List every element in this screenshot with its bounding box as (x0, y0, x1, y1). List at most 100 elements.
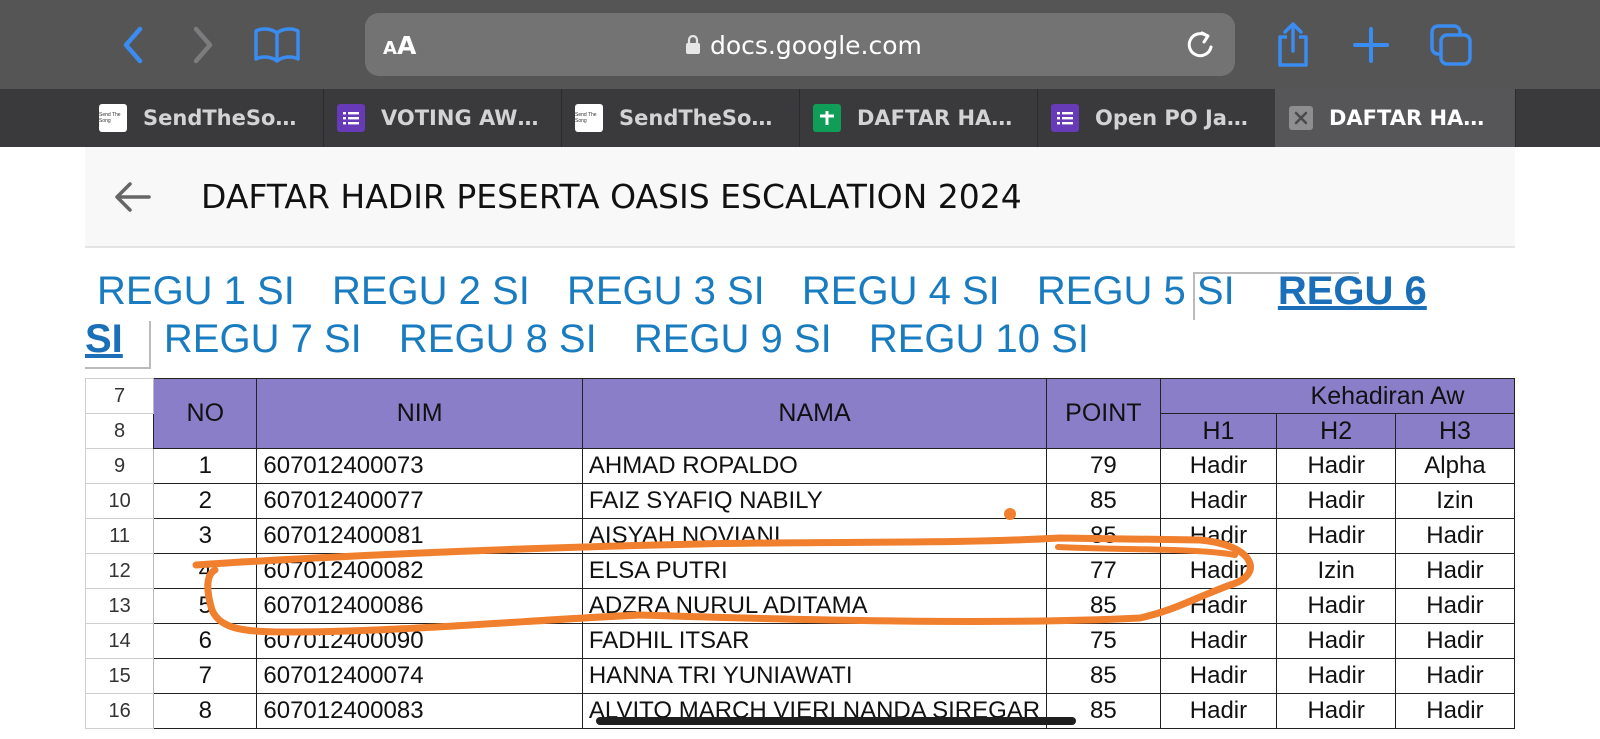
row-number[interactable]: 15 (85, 658, 155, 694)
cell-nim[interactable]: 607012400073 (256, 448, 583, 484)
browser-tab[interactable]: Open PO Ja… (1037, 89, 1276, 147)
cell-h2[interactable]: Hadir (1276, 623, 1396, 659)
row-number[interactable]: 11 (85, 518, 155, 554)
sheet-tab-regu-1[interactable]: REGU 1 SI (97, 267, 295, 315)
cell-h3[interactable]: Alpha (1394, 448, 1515, 484)
tab-overview-button[interactable] (1428, 22, 1474, 68)
col-header-h1[interactable]: H1 (1159, 413, 1278, 449)
row-number[interactable]: 7 (85, 378, 155, 414)
cell-h1[interactable]: Hadir (1159, 693, 1278, 729)
address-bar[interactable]: AA docs.google.com (365, 13, 1235, 76)
cell-nim[interactable]: 607012400077 (256, 483, 583, 519)
cell-nim[interactable]: 607012400086 (256, 588, 583, 624)
bookmarks-button[interactable] (252, 22, 302, 68)
cell-nama[interactable]: FAIZ SYAFIQ NABILY (581, 483, 1048, 519)
cell-h3[interactable]: Izin (1394, 483, 1515, 519)
share-button[interactable] (1270, 22, 1316, 68)
cell-h3[interactable]: Hadir (1394, 588, 1515, 624)
back-button[interactable] (110, 22, 156, 68)
sheet-tab-regu-4[interactable]: REGU 4 SI (802, 267, 1000, 315)
col-header-nama[interactable]: NAMA (581, 378, 1048, 449)
cell-nim[interactable]: 607012400074 (256, 658, 583, 694)
cell-nim[interactable]: 607012400082 (256, 553, 583, 589)
row-number[interactable]: 10 (85, 483, 155, 519)
cell-h2[interactable]: Hadir (1276, 693, 1396, 729)
sheet-tab-regu-3[interactable]: REGU 3 SI (567, 267, 765, 315)
cell-point[interactable]: 85 (1046, 588, 1161, 624)
cell-no[interactable]: 4 (153, 553, 258, 589)
col-header-nim[interactable]: NIM (256, 378, 583, 449)
cell-h2[interactable]: Hadir (1276, 483, 1396, 519)
row-number[interactable]: 12 (85, 553, 155, 589)
cell-h3[interactable]: Hadir (1394, 518, 1515, 554)
cell-h1[interactable]: Hadir (1159, 623, 1278, 659)
cell-nama[interactable]: ELSA PUTRI (581, 553, 1048, 589)
cell-h3[interactable]: Hadir (1394, 658, 1515, 694)
cell-nama[interactable]: FADHIL ITSAR (581, 623, 1048, 659)
row-number[interactable]: 8 (85, 413, 155, 449)
sheet-tab-regu-2[interactable]: REGU 2 SI (332, 267, 530, 315)
browser-tab[interactable]: VOTING AW… (323, 89, 562, 147)
cell-no[interactable]: 2 (153, 483, 258, 519)
cell-nama[interactable]: AISYAH NOVIANI (581, 518, 1048, 554)
arrow-left-icon[interactable] (113, 179, 153, 215)
cell-no[interactable]: 7 (153, 658, 258, 694)
cell-h3[interactable]: Hadir (1394, 693, 1515, 729)
browser-tab[interactable]: Send The Song SendTheSo… (85, 89, 324, 147)
col-header-point[interactable]: POINT (1046, 378, 1161, 449)
cell-h2[interactable]: Izin (1276, 553, 1396, 589)
cell-no[interactable]: 6 (153, 623, 258, 659)
browser-tab[interactable]: DAFTAR HA… (799, 89, 1038, 147)
sheet-tab-regu-6-active[interactable]: REGU 6 (1278, 267, 1427, 315)
cell-point[interactable]: 77 (1046, 553, 1161, 589)
cell-h2[interactable]: Hadir (1276, 588, 1396, 624)
cell-nama[interactable]: HANNA TRI YUNIAWATI (581, 658, 1048, 694)
cell-h1[interactable]: Hadir (1159, 658, 1278, 694)
col-header-h3[interactable]: H3 (1394, 413, 1515, 449)
forward-button[interactable] (180, 22, 226, 68)
cell-no[interactable]: 5 (153, 588, 258, 624)
cell-h1[interactable]: Hadir (1159, 483, 1278, 519)
sheet-tab-regu-7[interactable]: REGU 7 SI (164, 315, 362, 363)
cell-h2[interactable]: Hadir (1276, 518, 1396, 554)
cell-nim[interactable]: 607012400081 (256, 518, 583, 554)
cell-h2[interactable]: Hadir (1276, 448, 1396, 484)
cell-nama[interactable]: ADZRA NURUL ADITAMA (581, 588, 1048, 624)
row-number[interactable]: 16 (85, 693, 155, 729)
cell-no[interactable]: 1 (153, 448, 258, 484)
cell-point[interactable]: 85 (1046, 658, 1161, 694)
row-number[interactable]: 9 (85, 448, 155, 484)
browser-tab[interactable]: Send The Song SendTheSo… (561, 89, 800, 147)
cell-point[interactable]: 79 (1046, 448, 1161, 484)
sheet-tab-regu-10[interactable]: REGU 10 SI (869, 315, 1089, 363)
cell-h3[interactable]: Hadir (1394, 623, 1515, 659)
new-tab-button[interactable] (1348, 22, 1394, 68)
sheet-tab-regu-8[interactable]: REGU 8 SI (399, 315, 597, 363)
sheet-tab-regu-9[interactable]: REGU 9 SI (634, 315, 832, 363)
reload-icon[interactable] (1181, 25, 1221, 65)
cell-nim[interactable]: 607012400083 (256, 693, 583, 729)
cell-point[interactable]: 75 (1046, 623, 1161, 659)
text-size-button[interactable]: AA (383, 31, 416, 60)
cell-h1[interactable]: Hadir (1159, 553, 1278, 589)
cell-point[interactable]: 85 (1046, 518, 1161, 554)
cell-h1[interactable]: Hadir (1159, 518, 1278, 554)
row-number[interactable]: 14 (85, 623, 155, 659)
sendthesong-favicon: Send The Song (575, 104, 603, 132)
row-number[interactable]: 13 (85, 588, 155, 624)
browser-tab-active[interactable]: DAFTAR HA… (1275, 89, 1516, 147)
cell-nim[interactable]: 607012400090 (256, 623, 583, 659)
sheet-tab-regu-5[interactable]: REGU 5 SI (1037, 267, 1235, 315)
cell-h1[interactable]: Hadir (1159, 448, 1278, 484)
cell-no[interactable]: 8 (153, 693, 258, 729)
col-header-h2[interactable]: H2 (1276, 413, 1396, 449)
cell-h1[interactable]: Hadir (1159, 588, 1278, 624)
col-header-no[interactable]: NO (153, 378, 258, 449)
cell-h3[interactable]: Hadir (1394, 553, 1515, 589)
col-header-kehadiran[interactable]: Kehadiran Aw (1159, 378, 1515, 414)
cell-h2[interactable]: Hadir (1276, 658, 1396, 694)
cell-nama[interactable]: AHMAD ROPALDO (581, 448, 1048, 484)
cell-point[interactable]: 85 (1046, 483, 1161, 519)
close-tab-icon[interactable] (1289, 106, 1313, 130)
cell-no[interactable]: 3 (153, 518, 258, 554)
